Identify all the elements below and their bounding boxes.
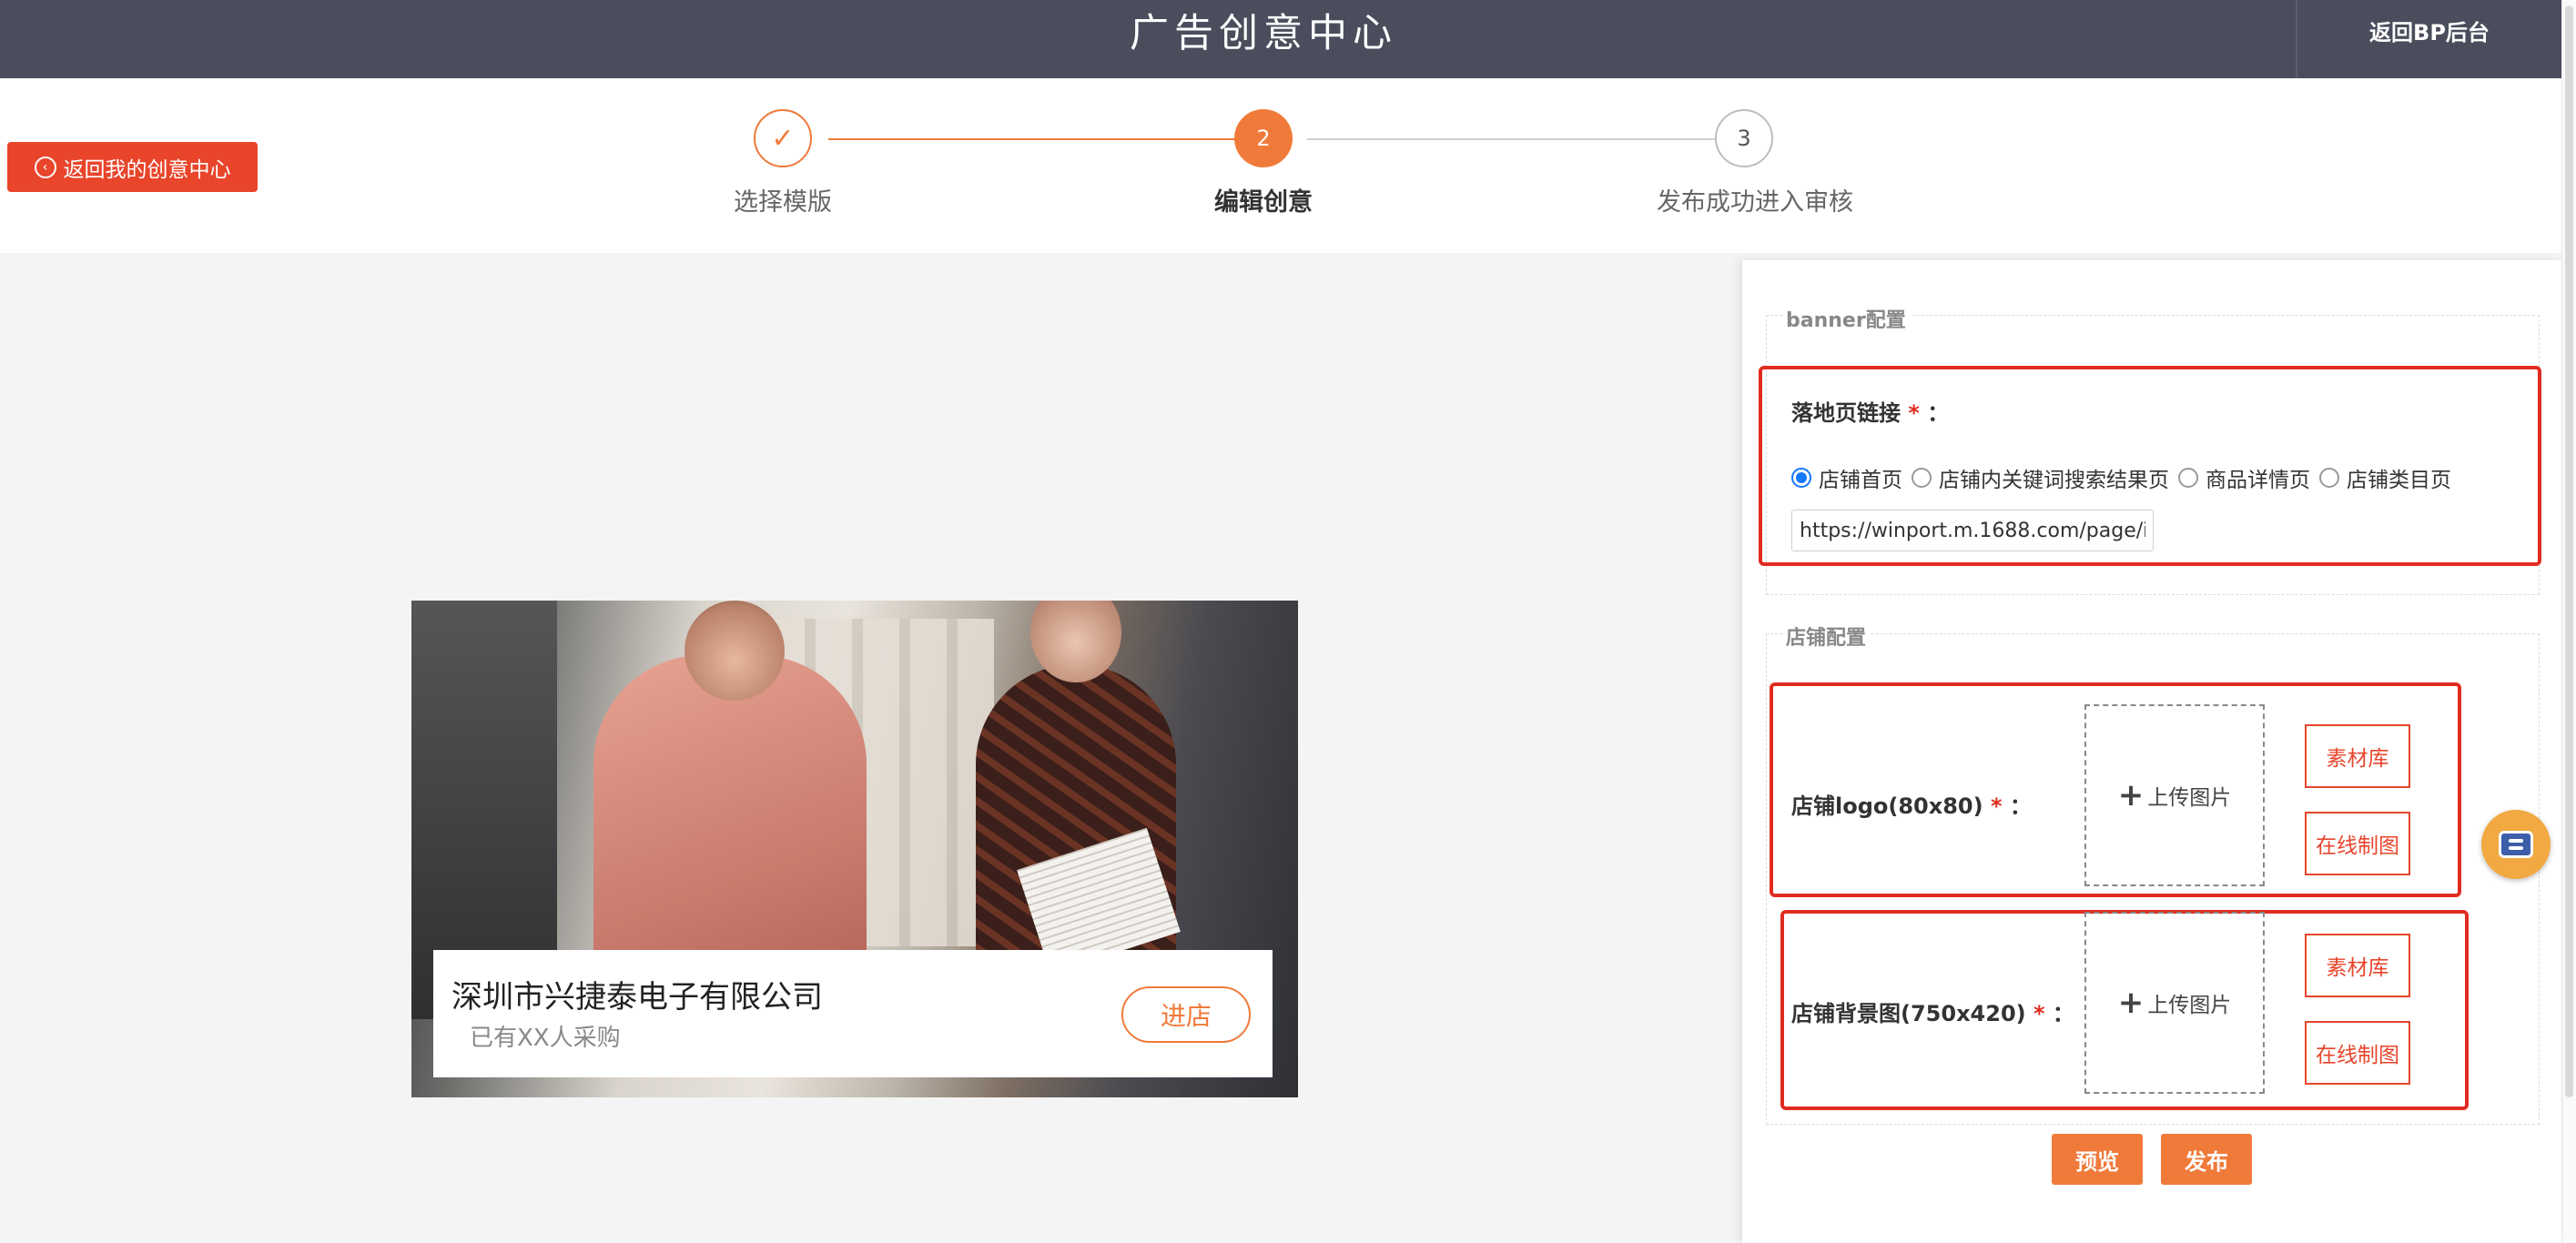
step-connector-done [828,138,1234,140]
shop-config-legend: 店铺配置 [1782,622,1871,651]
publish-button[interactable]: 发布 [2161,1134,2252,1185]
purchase-count: 已有XX人采购 [470,1025,621,1052]
page-scrollbar[interactable] [2561,0,2576,1243]
landing-url-input[interactable] [1791,510,2154,551]
top-header: 广告创意中心 返回BP后台 [0,0,2561,78]
company-name: 深圳市兴捷泰电子有限公司 [451,979,823,1016]
logo-material-library-button[interactable]: 素材库 [2305,724,2410,788]
step-3-circle: 3 [1715,109,1773,167]
shop-background-label: 店铺背景图(750x420) * ： [1791,1001,2074,1026]
radio-shop-home[interactable]: 店铺首页 [1791,462,1902,493]
preview-button[interactable]: 预览 [2052,1134,2143,1185]
banner-config-legend: banner配置 [1782,304,1910,333]
shop-logo-label: 店铺logo(80x80) * ： [1791,793,2032,819]
landing-link-label: 落地页链接 * ： [1791,400,1950,426]
logo-online-design-button[interactable]: 在线制图 [2305,812,2410,875]
page-title: 广告创意中心 [1130,11,1397,56]
plus-icon: + [2117,985,2145,1021]
radio-icon[interactable] [2178,468,2198,488]
enter-shop-button[interactable]: 进店 [1121,986,1251,1043]
step-1-check-icon: ✓ [754,109,812,167]
step-2-label: 编辑创意 [1214,188,1313,217]
steps-bar: ‹ 返回我的创意中心 ✓ 2 3 选择模版 编辑创意 发布成功进入审核 [0,78,2561,253]
radio-shop-category[interactable]: 店铺类目页 [2319,462,2451,493]
step-2-circle: 2 [1234,109,1293,167]
radio-checked-icon[interactable] [1791,468,1811,488]
config-panel: banner配置 落地页链接 * ： 店铺首页 店铺内关键词搜索结果页 商品详情… [1742,260,2561,1243]
step-connector-todo [1307,138,1717,140]
customer-service-widget-icon[interactable] [2481,810,2551,879]
banner-preview: 深圳市兴捷泰电子有限公司 已有XX人采购 进店 [411,601,1298,1097]
back-to-my-creative-button[interactable]: ‹ 返回我的创意中心 [7,142,258,192]
landing-type-radio-group: 店铺首页 店铺内关键词搜索结果页 商品详情页 店铺类目页 [1791,462,2451,493]
scrollbar-thumb[interactable] [2565,5,2573,1097]
radio-icon[interactable] [2319,468,2339,488]
step-1-label: 选择模版 [734,188,832,217]
radio-keyword-search[interactable]: 店铺内关键词搜索结果页 [1912,462,2169,493]
monitor-icon [2499,831,2533,858]
required-mark: * [1908,400,1920,426]
shop-info-card: 深圳市兴捷泰电子有限公司 已有XX人采购 进店 [433,950,1273,1077]
back-button-label: 返回我的创意中心 [63,157,231,182]
bg-online-design-button[interactable]: 在线制图 [2305,1021,2410,1085]
chevron-left-circle-icon: ‹ [34,156,56,178]
logo-upload-box[interactable]: + 上传图片 [2084,704,2265,886]
step-3-label: 发布成功进入审核 [1657,188,1853,217]
radio-icon[interactable] [1912,468,1932,488]
background-upload-box[interactable]: + 上传图片 [2084,912,2265,1094]
back-to-bp-link[interactable]: 返回BP后台 [2297,0,2561,66]
radio-product-detail[interactable]: 商品详情页 [2178,462,2310,493]
plus-icon: + [2117,777,2145,814]
bg-material-library-button[interactable]: 素材库 [2305,934,2410,997]
